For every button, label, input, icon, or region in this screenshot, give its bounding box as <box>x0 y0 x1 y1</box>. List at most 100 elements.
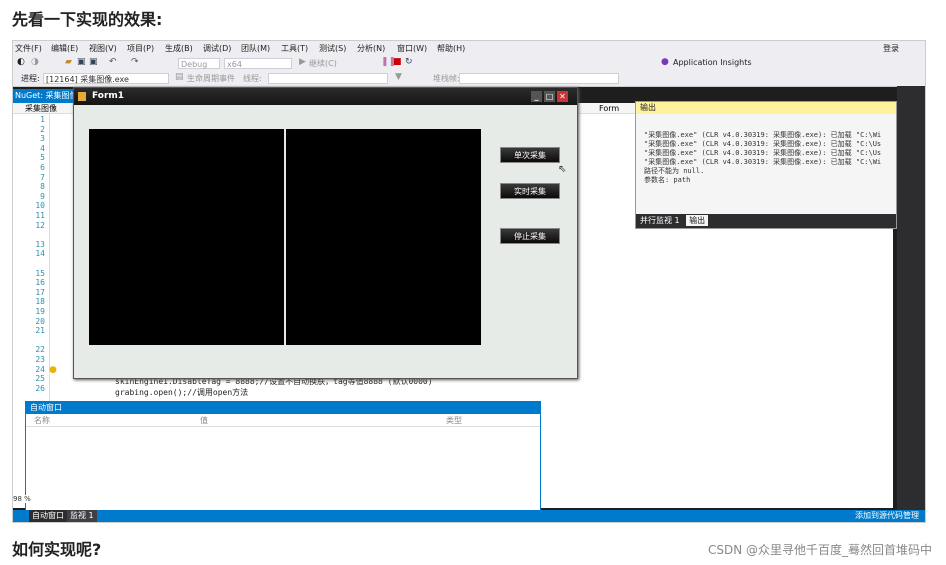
autos-panel: 自动窗口 名称 值 类型 <box>25 401 541 522</box>
column-name[interactable]: 名称 <box>34 415 50 426</box>
restart-icon[interactable]: ↻ <box>405 57 413 67</box>
line-number: 5 <box>40 153 45 163</box>
menu-build[interactable]: 生成(B) <box>165 43 193 54</box>
line-number: 8 <box>40 182 45 192</box>
line-number: 16 <box>35 278 45 288</box>
line-number: 15 <box>35 268 45 278</box>
menu-analyze[interactable]: 分析(N) <box>357 43 385 54</box>
process-combo[interactable]: [12164] 采集图像.exe <box>43 73 169 84</box>
app-icon <box>78 92 86 101</box>
standard-toolbar: ◐ ◑ ▰ ▣ ▣ ↶ ↷ Debug x64 ▶ 继续(C) ❚❚ ■ ↻ ●… <box>13 56 925 71</box>
status-tab-watch[interactable]: 监视 1 <box>67 510 97 522</box>
back-icon[interactable]: ◐ <box>17 57 25 67</box>
line-number: 7 <box>40 172 45 182</box>
config-combo[interactable]: Debug <box>178 58 220 69</box>
tab-parallel-watch[interactable]: 并行监视 1 <box>640 216 680 225</box>
zoom-level[interactable]: 98 % <box>13 495 31 503</box>
undo-icon[interactable]: ↶ <box>109 57 117 67</box>
thread-label: 线程: <box>243 74 262 83</box>
insights-button[interactable]: Application Insights <box>673 58 752 67</box>
output-panel: 输出 "采集图像.exe" (CLR v4.0.30319: 采集图像.exe)… <box>635 101 897 229</box>
live-capture-button[interactable]: 实时采集 <box>500 183 560 199</box>
insights-icon[interactable]: ● <box>661 57 669 67</box>
line-number: 26 <box>35 383 45 393</box>
line-number: 12 <box>35 220 45 230</box>
lifecycle-events[interactable]: 生命周期事件 <box>187 73 235 84</box>
stop-capture-button[interactable]: 停止采集 <box>500 228 560 244</box>
line-number: 11 <box>35 211 45 220</box>
column-type[interactable]: 类型 <box>446 415 462 426</box>
image-display-left <box>89 129 284 345</box>
right-tool-strip <box>897 86 925 510</box>
line-number: 4 <box>40 143 45 153</box>
output-title[interactable]: 输出 <box>636 102 896 114</box>
thread-combo[interactable] <box>268 73 388 84</box>
mouse-cursor-icon: ⇖ <box>558 164 567 175</box>
line-number: 17 <box>35 287 45 297</box>
line-number: 19 <box>35 307 45 316</box>
line-number: 20 <box>35 316 45 326</box>
autos-title[interactable]: 自动窗口 <box>26 402 540 414</box>
continue-icon[interactable]: ▶ <box>299 57 306 67</box>
platform-combo[interactable]: x64 <box>224 58 292 69</box>
menu-debug[interactable]: 调试(D) <box>203 43 231 54</box>
menu-help[interactable]: 帮助(H) <box>437 43 465 54</box>
lifecycle-icon: ▤ <box>175 72 184 82</box>
login-link[interactable]: 登录 <box>883 43 899 54</box>
form1-titlebar[interactable]: Form1 _ □ ✕ <box>74 88 577 105</box>
tab-output[interactable]: 输出 <box>686 215 709 226</box>
close-icon[interactable]: ✕ <box>557 91 568 102</box>
output-line: 参数名: path <box>644 176 691 184</box>
status-bar: 自动窗口 监视 1 添加到源代码管理 <box>13 510 925 522</box>
menu-project[interactable]: 项目(P) <box>127 43 154 54</box>
process-label: 进程: <box>21 74 40 83</box>
vs-screenshot: 文件(F) 编辑(E) 视图(V) 项目(P) 生成(B) 调试(D) 团队(M… <box>12 40 926 523</box>
stack-frame-label: 堆栈帧: <box>433 74 460 83</box>
code-line: grabing.open();//调用open方法 <box>115 388 249 397</box>
csdn-watermark: CSDN @众里寻他千百度_蓦然回首堆码中 <box>707 543 932 557</box>
debug-location-toolbar: 进程: [12164] 采集图像.exe ▤ 生命周期事件 线程: ▼ 堆栈帧: <box>13 71 925 87</box>
open-icon[interactable]: ▰ <box>65 57 72 67</box>
menu-view[interactable]: 视图(V) <box>89 43 117 54</box>
stack-frame-combo[interactable] <box>459 73 619 84</box>
save-all-icon[interactable]: ▣ <box>89 57 98 67</box>
source-control-button[interactable]: 添加到源代码管理 <box>855 510 919 522</box>
status-tab-autos[interactable]: 自动窗口 <box>29 510 67 522</box>
line-number: 1 <box>40 115 45 124</box>
stop-icon[interactable]: ■ <box>393 57 402 67</box>
menu-edit[interactable]: 编辑(E) <box>51 43 78 54</box>
menu-file[interactable]: 文件(F) <box>15 43 42 54</box>
line-number: 23 <box>35 355 45 364</box>
redo-icon[interactable]: ↷ <box>131 57 139 67</box>
menu-tools[interactable]: 工具(T) <box>281 43 308 54</box>
maximize-icon[interactable]: □ <box>544 91 555 102</box>
continue-button[interactable]: 继续(C) <box>309 58 337 69</box>
save-icon[interactable]: ▣ <box>77 57 86 67</box>
lightbulb-icon[interactable]: ● <box>49 365 57 375</box>
image-display-right <box>286 129 481 345</box>
line-number: 2 <box>40 124 45 134</box>
minimize-icon[interactable]: _ <box>531 91 542 102</box>
menu-bar: 文件(F) 编辑(E) 视图(V) 项目(P) 生成(B) 调试(D) 团队(M… <box>13 41 925 56</box>
line-number: 3 <box>40 134 45 144</box>
article-heading-top: 先看一下实现的效果: <box>12 10 163 29</box>
line-number: 21 <box>35 326 45 336</box>
form1-title: Form1 <box>92 91 125 101</box>
line-number: 18 <box>35 297 45 307</box>
line-number: 9 <box>40 191 45 201</box>
menu-test[interactable]: 测试(S) <box>319 43 346 54</box>
filter-icon[interactable]: ▼ <box>395 72 402 82</box>
single-capture-button[interactable]: 单次采集 <box>500 147 560 163</box>
line-number: 22 <box>35 345 45 355</box>
form1-window: Form1 _ □ ✕ 单次采集 实时采集 停止采集 ⇖ <box>73 87 578 379</box>
column-value[interactable]: 值 <box>200 415 208 426</box>
form-nav-combo[interactable]: Form <box>599 103 635 114</box>
menu-team[interactable]: 团队(M) <box>241 43 270 54</box>
line-number: 13 <box>35 239 45 249</box>
line-number: 24 <box>35 364 45 374</box>
line-number: 25 <box>35 374 45 384</box>
line-number: 10 <box>35 201 45 211</box>
article-heading-bottom: 如何实现呢? <box>12 540 102 559</box>
forward-icon[interactable]: ◑ <box>31 57 39 67</box>
menu-window[interactable]: 窗口(W) <box>397 43 427 54</box>
